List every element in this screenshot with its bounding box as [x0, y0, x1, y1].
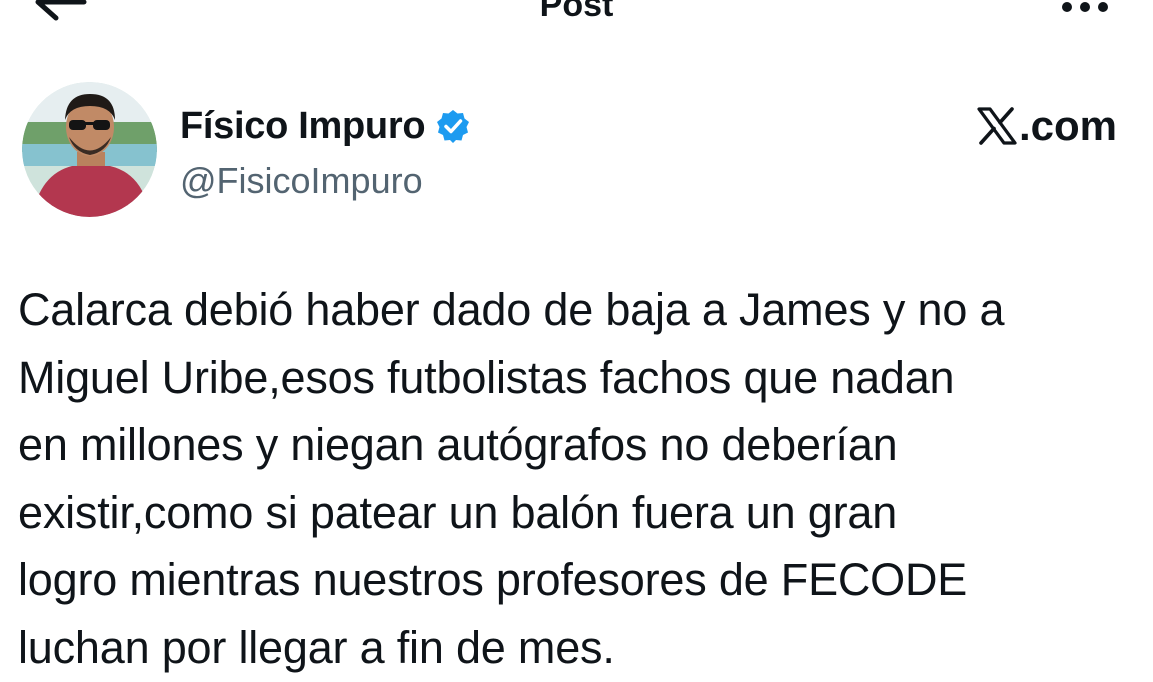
- page-title: Post: [539, 0, 614, 24]
- post-text-line: logro mientras nuestros profesores de FE…: [18, 554, 968, 605]
- site-watermark: .com: [976, 102, 1117, 150]
- top-bar: Post: [0, 0, 1153, 28]
- more-horizontal-icon: [1055, 0, 1115, 22]
- more-options-button[interactable]: [1055, 0, 1115, 22]
- avatar[interactable]: [22, 82, 157, 217]
- post-screenshot: Post Físico Impuro @FisicoImpuro .com Ca…: [0, 0, 1153, 682]
- display-name[interactable]: Físico Impuro: [180, 105, 426, 148]
- post-text-line: Calarca debió haber dado de baja a James…: [18, 284, 1005, 335]
- verified-badge-icon: [435, 108, 471, 144]
- site-suffix: .com: [1018, 102, 1117, 149]
- post-text-line: Miguel Uribe,esos futbolistas fachos que…: [18, 351, 955, 403]
- post-text: Calarca debió haber dado de baja a James…: [18, 276, 1143, 681]
- user-handle[interactable]: @FisicoImpuro: [180, 160, 423, 202]
- post-author-header: Físico Impuro @FisicoImpuro .com: [0, 80, 1153, 230]
- post-text-line: existir,como si patear un balón fuera un…: [18, 486, 898, 538]
- post-text-line: en millones y niegan autógrafos no deber…: [18, 419, 898, 470]
- display-name-row: Físico Impuro: [180, 104, 471, 148]
- x-logo-icon: [976, 106, 1018, 146]
- post-text-line: luchan por llegar a fin de mes.: [18, 621, 615, 673]
